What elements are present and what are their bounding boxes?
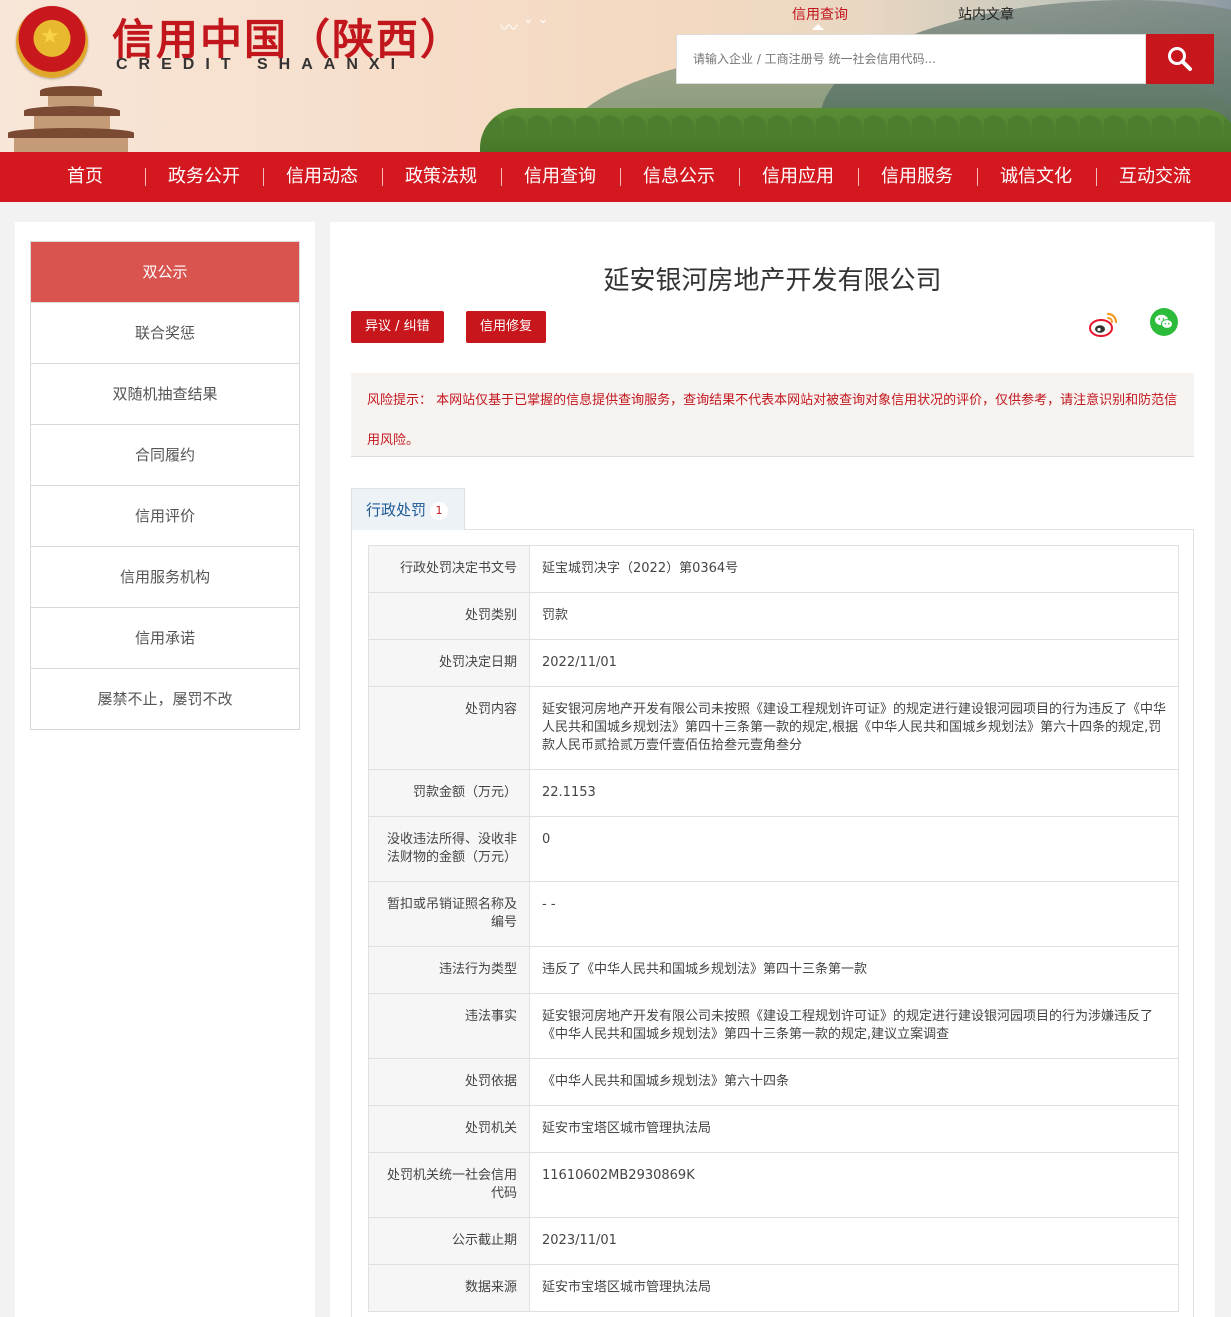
row-value: 0 xyxy=(529,816,1179,882)
table-row: 没收违法所得、没收非法财物的金额（万元） 0 xyxy=(368,816,1179,882)
credit-repair-button[interactable]: 信用修复 xyxy=(466,311,547,343)
row-value: 罚款 xyxy=(529,592,1179,640)
search-input[interactable] xyxy=(677,35,1145,83)
row-label: 罚款金额（万元） xyxy=(368,769,530,817)
table-row: 处罚类别 罚款 xyxy=(368,592,1179,640)
tab-label: 行政处罚 xyxy=(366,501,427,519)
penalty-detail-table: 行政处罚决定书文号 延宝城罚决字（2022）第0364号 处罚类别 罚款 处罚决定日期 2… xyxy=(368,545,1179,1312)
table-row: 违法事实 延安银河房地产开发有限公司未按照《建设工程规划许可证》的规定进行建设银河… xyxy=(368,993,1179,1059)
sidebar-panel: 双公示 联合奖惩 双随机抽查结果 合同履约 信用评价 信用服务机构 信用承诺 屡… xyxy=(15,222,315,1317)
objection-button[interactable]: 异议 / 纠错 xyxy=(351,311,444,343)
table-row: 罚款金额（万元） 22.1153 xyxy=(368,769,1179,817)
sidebar-item-contract-performance[interactable]: 合同履约 xyxy=(31,425,299,486)
sidebar-item-joint-rewards-punishments[interactable]: 联合奖惩 xyxy=(31,303,299,364)
table-row: 公示截止期 2023/11/01 xyxy=(368,1217,1179,1265)
nav-government-affairs[interactable]: 政务公开 xyxy=(149,152,259,202)
row-value: 2023/11/01 xyxy=(529,1217,1179,1265)
table-row: 数据来源 延安市宝塔区城市管理执法局 xyxy=(368,1264,1179,1312)
row-value: 《中华人民共和国城乡规划法》第六十四条 xyxy=(529,1058,1179,1106)
row-value: 延安市宝塔区城市管理执法局 xyxy=(529,1264,1179,1312)
table-row: 处罚机关 延安市宝塔区城市管理执法局 xyxy=(368,1105,1179,1153)
row-label: 公示截止期 xyxy=(368,1217,530,1265)
row-label: 没收违法所得、没收非法财物的金额（万元） xyxy=(368,816,530,882)
risk-notice: 风险提示： 本网站仅基于已掌握的信息提供查询服务，查询结果不代表本网站对被查询对… xyxy=(351,373,1194,457)
sidebar-item-credit-evaluation[interactable]: 信用评价 xyxy=(31,486,299,547)
site-subtitle: CREDIT SHAANXI xyxy=(116,56,407,73)
table-row: 处罚决定日期 2022/11/01 xyxy=(368,639,1179,687)
row-value: 2022/11/01 xyxy=(529,639,1179,687)
nav-credit-service[interactable]: 信用服务 xyxy=(862,152,972,202)
nav-info-disclosure[interactable]: 信息公示 xyxy=(624,152,734,202)
row-value: 延安银河房地产开发有限公司未按照《建设工程规划许可证》的规定进行建设银河园项目的… xyxy=(529,993,1179,1059)
row-value: 违反了《中华人民共和国城乡规划法》第四十三条第一款 xyxy=(529,946,1179,994)
search-tabs: 信用查询 站内文章 xyxy=(0,4,1231,26)
penalty-table-panel: 行政处罚决定书文号 延宝城罚决字（2022）第0364号 处罚类别 罚款 处罚决定日期 2… xyxy=(351,529,1194,1317)
row-label: 数据来源 xyxy=(368,1264,530,1312)
nav-policies[interactable]: 政策法规 xyxy=(386,152,496,202)
nav-integrity-culture[interactable]: 诚信文化 xyxy=(981,152,1091,202)
search-tab-credit-query[interactable]: 信用查询 xyxy=(792,4,848,24)
table-row: 处罚机关统一社会信用代码 11610602MB2930869K xyxy=(368,1152,1179,1218)
row-value: 延宝城罚决字（2022）第0364号 xyxy=(529,545,1179,593)
wechat-share-icon[interactable] xyxy=(1150,308,1178,336)
site-header: 〰 ˇ ˇ ★ 信用中国（陕西） CREDIT SHAANXI 信用查询 站内文… xyxy=(0,0,1231,152)
row-label: 处罚依据 xyxy=(368,1058,530,1106)
table-row: 暂扣或吊销证照名称及编号 - - xyxy=(368,881,1179,947)
nav-credit-news[interactable]: 信用动态 xyxy=(267,152,377,202)
table-row: 行政处罚决定书文号 延宝城罚决字（2022）第0364号 xyxy=(368,545,1179,593)
row-label: 处罚机关统一社会信用代码 xyxy=(368,1152,530,1218)
risk-text: 本网站仅基于已掌握的信息提供查询服务，查询结果不代表本网站对被查询对象信用状况的… xyxy=(367,393,1178,448)
company-name: 延安银河房地产开发有限公司 xyxy=(603,266,942,296)
sidebar-item-random-inspection[interactable]: 双随机抽查结果 xyxy=(31,364,299,425)
nav-credit-application[interactable]: 信用应用 xyxy=(743,152,853,202)
row-label: 处罚类别 xyxy=(368,592,530,640)
search-icon xyxy=(1168,47,1192,71)
row-value: - - xyxy=(529,881,1179,947)
record-tabs: 行政处罚 1 xyxy=(351,488,1194,530)
table-row: 处罚依据 《中华人民共和国城乡规划法》第六十四条 xyxy=(368,1058,1179,1106)
row-label: 处罚决定日期 xyxy=(368,639,530,687)
pagoda-illustration xyxy=(6,78,136,152)
nav-interaction[interactable]: 互动交流 xyxy=(1100,152,1210,202)
search-button[interactable] xyxy=(1146,34,1214,84)
sidebar-item-credit-commitment[interactable]: 信用承诺 xyxy=(31,608,299,669)
search-tab-site-articles[interactable]: 站内文章 xyxy=(958,4,1014,24)
weibo-share-icon[interactable] xyxy=(1088,308,1120,340)
active-tab-pointer xyxy=(812,24,824,30)
row-label: 暂扣或吊销证照名称及编号 xyxy=(368,881,530,947)
row-value: 延安银河房地产开发有限公司未按照《建设工程规划许可证》的规定进行建设银河园项目的… xyxy=(529,686,1179,770)
table-row: 违法行为类型 违反了《中华人民共和国城乡规划法》第四十三条第一款 xyxy=(368,946,1179,994)
sidebar-item-double-publicity[interactable]: 双公示 xyxy=(31,242,299,303)
tab-administrative-penalty[interactable]: 行政处罚 1 xyxy=(351,488,465,530)
main-panel: 延安银河房地产开发有限公司 异议 / 纠错 信用修复 风险提示： 本网站仅基于已… xyxy=(330,222,1215,1317)
tab-count-badge: 1 xyxy=(430,502,449,520)
row-value: 22.1153 xyxy=(529,769,1179,817)
row-label: 违法行为类型 xyxy=(368,946,530,994)
sidebar-item-repeat-offenders[interactable]: 屡禁不止，屡罚不改 xyxy=(31,669,299,730)
risk-label: 风险提示： xyxy=(367,393,433,408)
nav-credit-query[interactable]: 信用查询 xyxy=(505,152,615,202)
sidebar-menu: 双公示 联合奖惩 双随机抽查结果 合同履约 信用评价 信用服务机构 信用承诺 屡… xyxy=(30,241,300,730)
row-value: 延安市宝塔区城市管理执法局 xyxy=(529,1105,1179,1153)
row-label: 违法事实 xyxy=(368,993,530,1059)
nav-home[interactable]: 首页 xyxy=(30,152,140,202)
sidebar-item-credit-service-agency[interactable]: 信用服务机构 xyxy=(31,547,299,608)
row-label: 行政处罚决定书文号 xyxy=(368,545,530,593)
main-nav: 首页 政务公开 信用动态 政策法规 信用查询 信息公示 信用应用 信用服务 诚信… xyxy=(0,152,1231,202)
row-value: 11610602MB2930869K xyxy=(529,1152,1179,1218)
table-row: 处罚内容 延安银河房地产开发有限公司未按照《建设工程规划许可证》的规定进行建设银河… xyxy=(368,686,1179,770)
row-label: 处罚内容 xyxy=(368,686,530,770)
search-box xyxy=(676,34,1146,84)
row-label: 处罚机关 xyxy=(368,1105,530,1153)
